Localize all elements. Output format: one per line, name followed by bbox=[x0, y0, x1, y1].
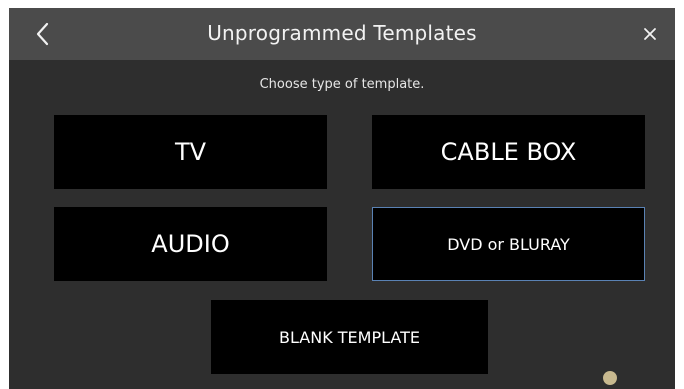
chevron-left-icon bbox=[36, 22, 49, 46]
cable-box-template-button[interactable]: CABLE BOX bbox=[372, 115, 645, 189]
header-bar: Unprogrammed Templates bbox=[9, 8, 675, 60]
blank-template-button[interactable]: BLANK TEMPLATE bbox=[211, 300, 488, 374]
instruction-text: Choose type of template. bbox=[259, 77, 425, 92]
scroll-indicator bbox=[603, 371, 617, 385]
template-picker-screen: Unprogrammed Templates Choose type of te… bbox=[9, 8, 675, 389]
tv-template-button[interactable]: TV bbox=[54, 115, 327, 189]
back-button[interactable] bbox=[29, 20, 57, 48]
dvd-bluray-template-button[interactable]: DVD or BLURAY bbox=[372, 207, 645, 281]
close-button[interactable] bbox=[637, 21, 663, 47]
audio-template-button[interactable]: AUDIO bbox=[54, 207, 327, 281]
page-title: Unprogrammed Templates bbox=[207, 21, 477, 45]
close-icon bbox=[644, 28, 656, 40]
